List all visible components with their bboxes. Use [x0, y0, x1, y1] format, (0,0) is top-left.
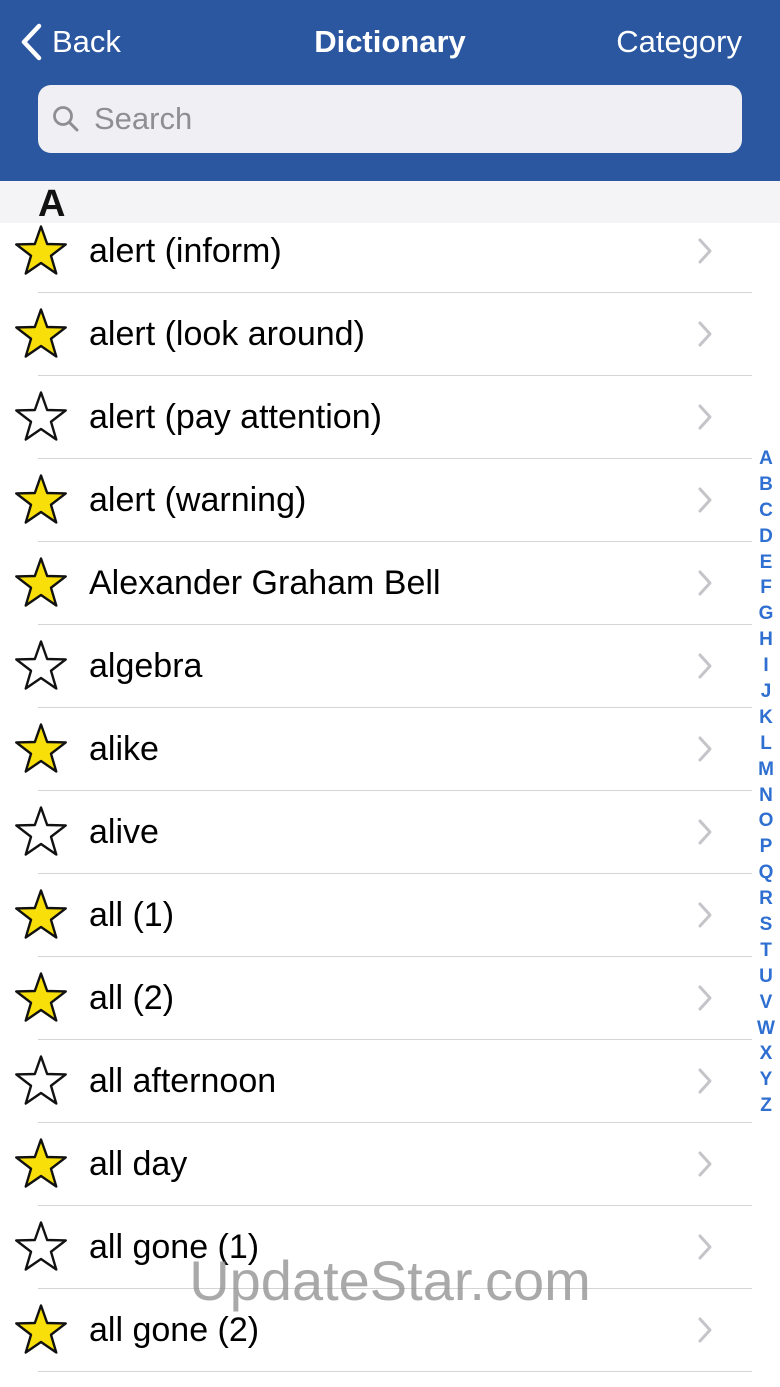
entry-label: alert (inform): [89, 232, 282, 270]
index-letter[interactable]: H: [759, 627, 773, 653]
index-letter[interactable]: S: [760, 912, 773, 938]
index-letter[interactable]: R: [759, 886, 773, 912]
entry-label: all gone (1): [89, 1228, 260, 1266]
list-item[interactable]: all gone (2): [0, 1289, 780, 1372]
star-filled-icon[interactable]: [13, 1136, 69, 1192]
list-item[interactable]: alert (warning): [0, 459, 780, 542]
category-button[interactable]: Category: [616, 20, 742, 64]
index-letter[interactable]: L: [760, 731, 772, 757]
index-letter[interactable]: O: [759, 808, 774, 834]
entry-label: algebra: [89, 647, 203, 685]
entry-label: all day: [89, 1145, 188, 1183]
chevron-right-icon: [698, 1317, 712, 1343]
star-filled-icon[interactable]: [13, 306, 69, 362]
alphabet-index[interactable]: ABCDEFGHIJKLMNOPQRSTUVWXYZ: [752, 446, 780, 1119]
star-filled-icon[interactable]: [13, 970, 69, 1026]
back-label: Back: [52, 24, 121, 59]
entry-label: alert (look around): [89, 315, 365, 353]
search-bar[interactable]: [38, 85, 742, 153]
index-letter[interactable]: G: [759, 601, 774, 627]
index-letter[interactable]: Y: [760, 1067, 773, 1093]
star-filled-icon[interactable]: [13, 721, 69, 777]
index-letter[interactable]: Q: [759, 860, 774, 886]
index-letter[interactable]: X: [760, 1041, 773, 1067]
list-item[interactable]: all afternoon: [0, 1040, 780, 1123]
entry-label: alert (warning): [89, 481, 307, 519]
index-letter[interactable]: A: [759, 446, 773, 472]
entry-list: alert (inform) alert (look around) alert (…: [0, 210, 780, 1372]
chevron-right-icon: [698, 819, 712, 845]
chevron-right-icon: [698, 238, 712, 264]
list-item[interactable]: all (2): [0, 957, 780, 1040]
star-outline-icon[interactable]: [13, 1219, 69, 1275]
entry-label: alike: [89, 730, 159, 768]
entry-label: all afternoon: [89, 1062, 277, 1100]
list-item[interactable]: alike: [0, 708, 780, 791]
star-filled-icon[interactable]: [13, 555, 69, 611]
star-outline-icon[interactable]: [13, 389, 69, 445]
chevron-right-icon: [698, 1151, 712, 1177]
star-filled-icon[interactable]: [13, 1302, 69, 1358]
list-item[interactable]: alive: [0, 791, 780, 874]
star-filled-icon[interactable]: [13, 472, 69, 528]
star-outline-icon[interactable]: [13, 1053, 69, 1109]
index-letter[interactable]: P: [760, 834, 773, 860]
list-item[interactable]: all gone (1): [0, 1206, 780, 1289]
row-divider: [38, 1371, 752, 1372]
entry-label: Alexander Graham Bell: [89, 564, 441, 602]
entry-label: all (2): [89, 979, 175, 1017]
index-letter[interactable]: J: [761, 679, 772, 705]
chevron-right-icon: [698, 1234, 712, 1260]
search-input[interactable]: [92, 88, 742, 150]
chevron-right-icon: [698, 321, 712, 347]
list-item[interactable]: alert (pay attention): [0, 376, 780, 459]
index-letter[interactable]: K: [759, 705, 773, 731]
index-letter[interactable]: M: [758, 757, 774, 783]
list-item[interactable]: algebra: [0, 625, 780, 708]
magnifier-icon: [53, 106, 79, 132]
index-letter[interactable]: Z: [760, 1093, 772, 1119]
star-outline-icon[interactable]: [13, 638, 69, 694]
list-item[interactable]: all day: [0, 1123, 780, 1206]
navigation-bar: Back Dictionary Category: [0, 0, 780, 181]
star-outline-icon[interactable]: [13, 804, 69, 860]
star-filled-icon[interactable]: [13, 887, 69, 943]
chevron-right-icon: [698, 736, 712, 762]
index-letter[interactable]: N: [759, 783, 773, 809]
chevron-right-icon: [698, 985, 712, 1011]
entry-label: alive: [89, 813, 159, 851]
index-letter[interactable]: U: [759, 964, 773, 990]
star-filled-icon[interactable]: [13, 223, 69, 279]
list-item[interactable]: alert (look around): [0, 293, 780, 376]
chevron-right-icon: [698, 487, 712, 513]
back-button[interactable]: Back: [20, 20, 121, 64]
entry-label: alert (pay attention): [89, 398, 382, 436]
index-letter[interactable]: T: [760, 938, 772, 964]
chevron-right-icon: [698, 653, 712, 679]
chevron-right-icon: [698, 1068, 712, 1094]
list-item[interactable]: Alexander Graham Bell: [0, 542, 780, 625]
index-letter[interactable]: C: [759, 498, 773, 524]
chevron-right-icon: [698, 570, 712, 596]
index-letter[interactable]: D: [759, 524, 773, 550]
list-item[interactable]: alert (inform): [0, 210, 780, 293]
entry-label: all gone (2): [89, 1311, 260, 1349]
entry-label: all (1): [89, 896, 175, 934]
index-letter[interactable]: V: [760, 990, 773, 1016]
list-item[interactable]: all (1): [0, 874, 780, 957]
chevron-left-icon: [21, 23, 42, 61]
chevron-right-icon: [698, 404, 712, 430]
index-letter[interactable]: W: [757, 1016, 775, 1042]
index-letter[interactable]: F: [760, 575, 772, 601]
index-letter[interactable]: I: [763, 653, 768, 679]
index-letter[interactable]: B: [759, 472, 773, 498]
chevron-right-icon: [698, 902, 712, 928]
index-letter[interactable]: E: [760, 550, 773, 576]
